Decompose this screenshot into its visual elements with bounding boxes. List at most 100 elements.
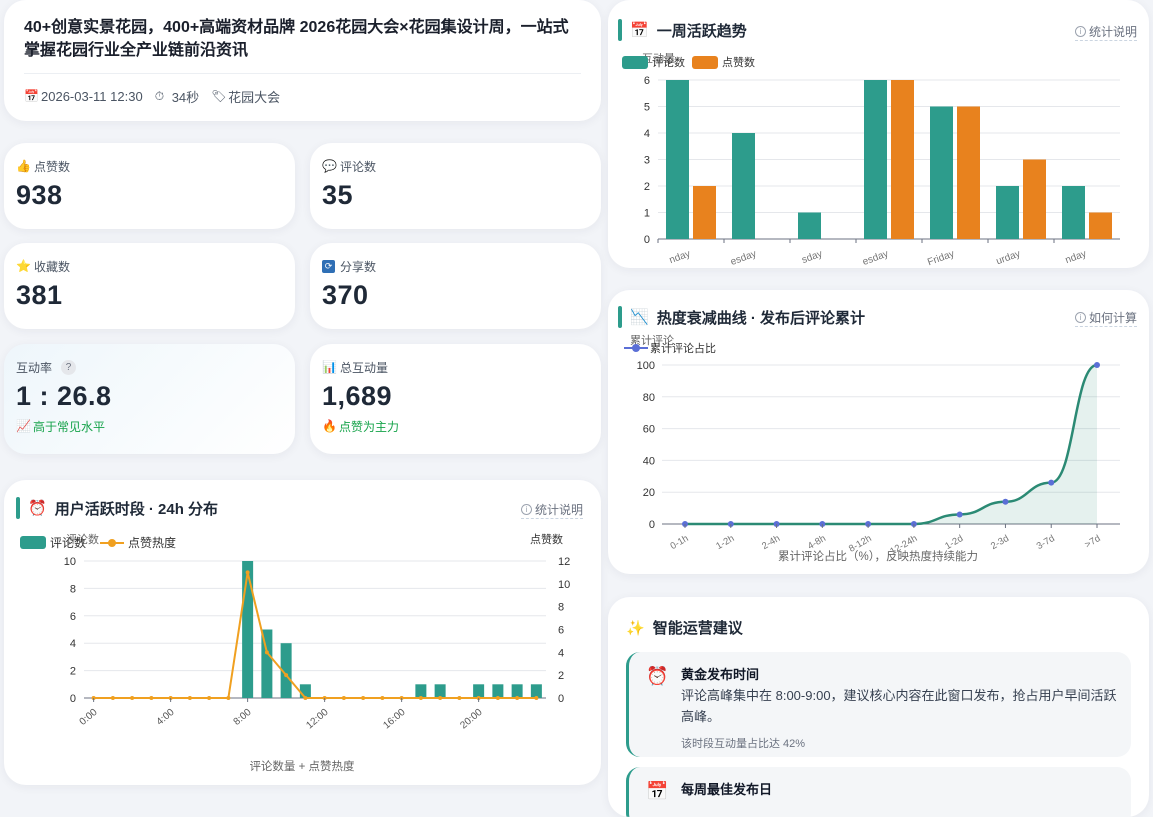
y-right-tick-label: 0 [558,693,564,705]
bar [299,684,311,698]
share-icon: ⟳ [322,260,335,273]
stat-card-comments: 💬 评论数 35 [310,143,601,229]
calendar-icon: 📅 [646,781,669,801]
legend-likes-marker [108,539,116,547]
data-point [284,673,289,678]
decay-chart-card: 📉 热度衰减曲线 · 发布后评论累计 i 如何计算 累计评论 累计评论占比 累计评论… [608,290,1149,574]
y-left-tick-label: 8 [70,583,76,595]
data-point [495,696,500,700]
y-tick-label: 100 [637,360,655,372]
y-tick-label: 5 [644,102,650,114]
post-meta: 📅 2026-03-11 12:30 ⏱ 34秒 🏷 花园大会 [24,73,581,106]
chart-up-icon: 📈 [16,419,31,433]
y-tick-label: 20 [643,487,655,499]
y-tick-label: 80 [643,392,655,404]
x-tick-label: Friday [926,248,956,268]
post-title: 40+创意实景花园，400+高端资材品牌 2026花园大会×花园集设计周，一站式… [24,19,569,59]
series-line [93,572,537,699]
stat-card-likes: 👍 点赞数 938 [4,143,295,229]
legend-likes-swatch[interactable] [692,56,718,69]
post-date: 📅 2026-03-11 12:30 [24,89,143,104]
x-tick-label: 2-4h [760,533,782,552]
advice-item[interactable]: ⏰ 黄金发布时间 评论高峰集中在 8:00-9:00，建议核心内容在此窗口发布，… [626,652,1131,757]
star-icon: ⭐ [16,259,31,273]
fire-icon: 🔥 [322,419,337,433]
bar [415,684,427,698]
y-right-tick-label: 10 [558,579,570,591]
x-tick-label: 8:00 [232,707,254,728]
bar [732,133,755,239]
bar [511,684,523,698]
y-tick-label: 4 [644,128,650,140]
speech-bubble-icon: 💬 [322,159,337,173]
data-point [361,696,366,700]
legend-likes-label: 点赞热度 [128,535,176,550]
data-point [207,696,212,700]
bar-chart-icon: 📊 [322,360,337,374]
y-right-tick-label: 6 [558,625,564,637]
data-point [1048,479,1055,486]
legend-label: 累计评论占比 [650,341,716,355]
data-point [457,696,462,700]
x-tick-label: nday [668,248,692,266]
stat-card-rate: 互动率? 1 : 26.8 📈 高于常见水平 [4,344,295,454]
calendar-icon: 📅 [24,89,39,103]
y-right-tick-label: 2 [558,670,564,682]
y-left-tick-label: 4 [70,638,76,650]
legend-comments-swatch[interactable] [622,56,648,69]
sparkle-icon: ✨ [626,619,645,637]
data-point [1002,498,1009,505]
x-tick-label: 2-3d [989,533,1011,552]
favorites-value: 381 [16,280,63,310]
legend-marker [632,344,640,352]
post-duration: ⏱ 34秒 [154,89,200,106]
x-tick-label: urday [995,248,1022,267]
bar [864,80,887,239]
bar [242,561,254,698]
thumbs-up-icon: 👍 [16,159,31,173]
hourly-chart-card: ⏰ 用户活跃时段 · 24h 分布 i 统计说明 评论数 点赞热度 评论数 点赞数 … [4,480,601,785]
y-right-axis-name: 点赞数 [530,533,563,546]
likes-value: 938 [16,180,63,210]
y-right-tick-label: 4 [558,647,564,659]
data-point [380,696,385,700]
data-point [245,570,250,575]
hourly-caption: 评论数量 + 点赞热度 [249,759,355,773]
weekly-chart: 互动量 评论数 点赞数 0123456nday esday sday esday Fri… [622,52,1120,268]
legend-comments-label: 评论数 [652,55,685,69]
hourly-chart: 评论数 点赞热度 评论数 点赞数 评论数量 + 点赞热度 02468100246… [20,532,570,773]
x-tick-label: 1-2d [943,533,965,552]
data-point [534,696,539,700]
bar [473,684,485,698]
y-left-tick-label: 10 [64,556,76,568]
alarm-clock-icon: ⏰ [646,666,669,686]
stopwatch-icon: ⏱ [154,89,165,103]
bar [891,80,914,239]
comments-value: 35 [322,180,354,210]
help-question-icon[interactable]: ? [61,360,77,375]
stat-card-total: 📊 总互动量 1,689 🔥 点赞为主力 [310,344,601,454]
data-point [130,696,135,700]
x-tick-label: >7d [1083,533,1102,551]
y-left-axis-name: 评论数 [66,532,99,546]
rate-value: 1 : 26.8 [16,381,112,411]
y-left-tick-label: 6 [70,611,76,623]
y-tick-label: 40 [643,455,655,467]
data-point [226,696,231,700]
data-point [264,650,269,655]
post-tag[interactable]: 🏷 花园大会 [211,87,280,106]
y-right-tick-label: 8 [558,602,564,614]
x-tick-label: sday [800,248,824,266]
bar [1023,159,1046,239]
bar [930,106,953,239]
advice-title: 智能运营建议 [652,620,743,637]
data-point [341,696,346,700]
bar [957,106,980,239]
x-tick-label: 12:00 [304,707,331,732]
legend-likes-label: 点赞数 [722,56,755,69]
legend-comments-swatch[interactable] [20,536,46,549]
y-left-tick-label: 2 [70,666,76,678]
bar [434,684,446,698]
bar [996,186,1019,239]
advice-item[interactable]: 📅 每周最佳发布日 [626,767,1131,817]
